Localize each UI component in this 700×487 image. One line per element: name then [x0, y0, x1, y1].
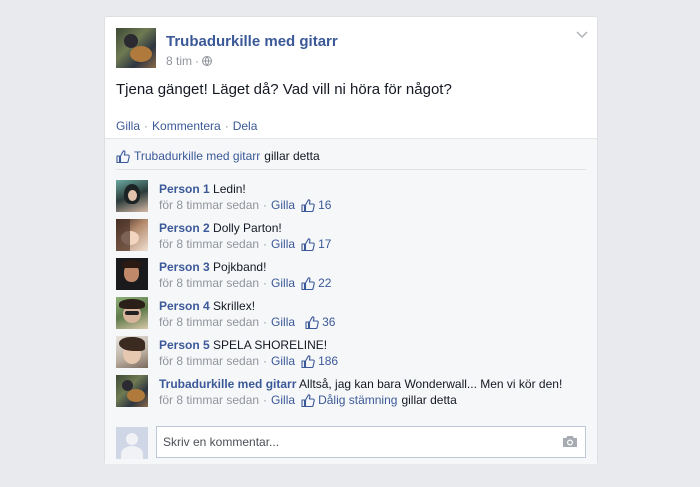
comment-like-button[interactable]: Gilla — [271, 353, 295, 369]
liker-name[interactable]: Trubadurkille med gitarr — [134, 149, 260, 163]
comment-item: Person 4 Skrillex! för 8 timmar sedan · … — [116, 297, 586, 331]
comment-input[interactable]: Skriv en kommentar... — [156, 426, 586, 458]
post-actions: Gilla · Kommentera · Dela — [116, 119, 258, 133]
post-text: Tjena gänget! Läget då? Vad vill ni höra… — [116, 81, 452, 98]
camera-icon[interactable] — [562, 434, 578, 448]
like-count[interactable]: 17 — [318, 236, 331, 252]
divider — [116, 169, 586, 170]
comment-time[interactable]: för 8 timmar sedan — [159, 236, 259, 252]
likes-summary: Trubadurkille med gitarr gillar detta — [116, 149, 320, 163]
comment-text: Skrillex! — [213, 299, 256, 313]
post-header: Trubadurkille med gitarr 8 tim · — [116, 28, 588, 70]
commenter-name[interactable]: Person 1 — [159, 182, 210, 196]
comment-button[interactable]: Kommentera — [152, 119, 221, 133]
comment-item: Person 2 Dolly Parton! för 8 timmar seda… — [116, 219, 586, 253]
comment-time[interactable]: för 8 timmar sedan — [159, 314, 259, 330]
commenter-avatar[interactable] — [116, 336, 148, 368]
comment-like-button[interactable]: Gilla — [271, 314, 295, 330]
commenter-avatar[interactable] — [116, 219, 148, 251]
comment-liker-name[interactable]: Dålig stämning — [318, 392, 397, 408]
thumbs-up-icon — [305, 315, 319, 329]
commenter-name[interactable]: Person 5 — [159, 338, 210, 352]
thumbs-up-icon — [301, 276, 315, 290]
comment-item: Trubadurkille med gitarr Alltså, jag kan… — [116, 375, 586, 409]
commenter-name[interactable]: Trubadurkille med gitarr — [159, 377, 296, 391]
commenter-name[interactable]: Person 2 — [159, 221, 210, 235]
comment-time[interactable]: för 8 timmar sedan — [159, 353, 259, 369]
commenter-avatar[interactable] — [116, 258, 148, 290]
post-meta: 8 tim · — [166, 54, 213, 68]
avatar — [116, 427, 148, 459]
comment-item: Person 1 Ledin! för 8 timmar sedan · Gil… — [116, 180, 586, 214]
like-count[interactable]: 16 — [318, 197, 331, 213]
comment-item: Person 5 SPELA SHORELINE! för 8 timmar s… — [116, 336, 586, 370]
thumbs-up-icon — [301, 198, 315, 212]
author-name[interactable]: Trubadurkille med gitarr — [166, 33, 338, 50]
chevron-down-icon[interactable] — [576, 28, 588, 40]
comment-like-button[interactable]: Gilla — [271, 236, 295, 252]
thumbs-up-icon — [116, 149, 130, 163]
commenter-name[interactable]: Person 4 — [159, 299, 210, 313]
thumbs-up-icon — [301, 393, 315, 407]
commenter-avatar[interactable] — [116, 180, 148, 212]
comments-section: Trubadurkille med gitarr gillar detta Pe… — [105, 138, 597, 464]
commenter-name[interactable]: Person 3 — [159, 260, 210, 274]
globe-icon — [202, 56, 213, 66]
comment-like-button[interactable]: Gilla — [271, 275, 295, 291]
comment-time[interactable]: för 8 timmar sedan — [159, 275, 259, 291]
like-button[interactable]: Gilla — [116, 119, 140, 133]
comment-text: Ledin! — [213, 182, 246, 196]
commenter-avatar[interactable] — [116, 297, 148, 329]
like-count[interactable]: 186 — [318, 353, 338, 369]
comment-composer: Skriv en kommentar... — [116, 425, 586, 459]
comment-text: Alltså, jag kan bara Wonderwall... Men v… — [299, 377, 563, 391]
comment-text: Dolly Parton! — [213, 221, 282, 235]
like-count[interactable]: 22 — [318, 275, 331, 291]
thumbs-up-icon — [301, 354, 315, 368]
post-card: Trubadurkille med gitarr 8 tim · Tjena g… — [104, 16, 598, 464]
comment-time[interactable]: för 8 timmar sedan — [159, 197, 259, 213]
like-count[interactable]: 36 — [322, 314, 335, 330]
comment-text: SPELA SHORELINE! — [213, 338, 328, 352]
commenter-avatar[interactable] — [116, 375, 148, 407]
post-time[interactable]: 8 tim — [166, 54, 192, 68]
comment-item: Person 3 Pojkband! för 8 timmar sedan · … — [116, 258, 586, 292]
thumbs-up-icon — [301, 237, 315, 251]
comment-like-button[interactable]: Gilla — [271, 197, 295, 213]
share-button[interactable]: Dela — [233, 119, 258, 133]
comment-like-button[interactable]: Gilla — [271, 392, 295, 408]
comment-text: Pojkband! — [213, 260, 267, 274]
comment-time[interactable]: för 8 timmar sedan — [159, 392, 259, 408]
author-avatar[interactable] — [116, 28, 156, 68]
